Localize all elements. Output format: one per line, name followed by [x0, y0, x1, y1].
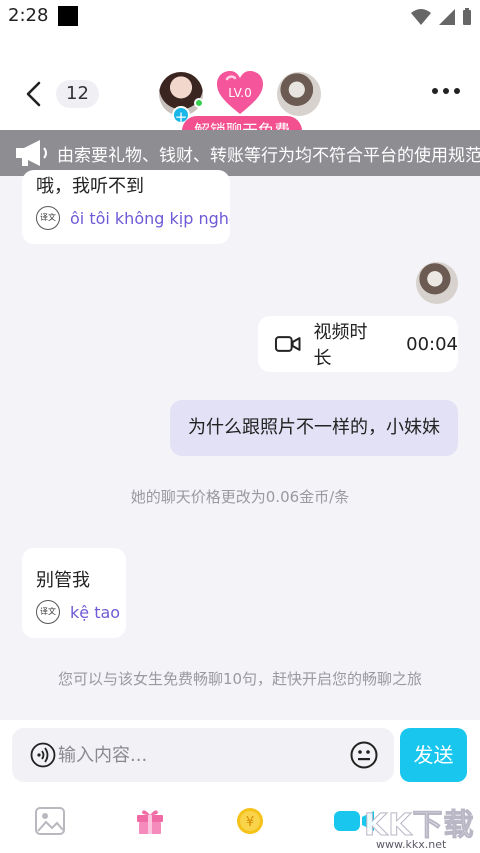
video-call-record-bubble[interactable]: 视频时长 00:04 — [258, 316, 458, 372]
level-label: LV.0 — [228, 86, 252, 100]
battery-icon — [463, 8, 471, 25]
system-message-free-chat: 您可以与该女生免费畅聊10句，赶快开启您的畅聊之旅 — [57, 670, 423, 688]
status-bar: 2:28 — [0, 0, 480, 34]
translation-row: 译文 kệ tao — [36, 600, 120, 624]
sent-message-bubble[interactable]: 为什么跟照片不一样的，小妹妹 — [170, 400, 458, 456]
video-camera-icon — [274, 336, 301, 352]
notice-text: 由索要礼物、钱财、转账等行为均不符合平台的使用规范，请 — [57, 146, 480, 166]
voice-icon[interactable] — [30, 742, 56, 768]
send-button[interactable]: 发送 — [400, 728, 467, 782]
input-bar: 发送 — [0, 720, 480, 790]
translate-icon[interactable]: 译文 — [36, 600, 60, 624]
svg-text:¥: ¥ — [246, 815, 254, 830]
watermark: KK下载 www.kkx.net — [362, 800, 480, 853]
received-message-bubble[interactable]: 哦，我听不到 译文 ôi tôi không kịp nghe — [22, 170, 230, 244]
image-icon[interactable] — [34, 806, 66, 836]
system-message-price: 她的聊天价格更改为0.06金币/条 — [130, 488, 350, 506]
video-duration-label: 视频时长 — [313, 322, 368, 369]
online-status-dot — [194, 98, 204, 108]
unread-count-badge[interactable]: 12 — [56, 80, 99, 108]
intimacy-level-heart[interactable]: LV.0 — [215, 70, 265, 116]
gift-icon[interactable] — [134, 806, 166, 836]
translate-icon[interactable]: 译文 — [36, 206, 60, 230]
wifi-icon — [411, 9, 431, 25]
chat-header: 12 + LV.0 解锁聊天免费 — [0, 34, 480, 146]
video-duration-value: 00:04 — [406, 333, 458, 355]
message-input-box — [12, 728, 394, 782]
emoji-icon[interactable] — [350, 741, 378, 769]
megaphone-icon — [16, 140, 47, 166]
system-icons — [410, 8, 472, 26]
watermark-url: www.kkx.net — [376, 838, 447, 851]
translation-row: 译文 ôi tôi không kịp nghe — [36, 206, 230, 230]
sender-avatar[interactable] — [416, 262, 458, 304]
message-text: 别管我 — [36, 570, 90, 591]
notification-icon — [58, 6, 78, 26]
translation-text: ôi tôi không kịp nghe — [70, 208, 230, 228]
my-avatar[interactable] — [277, 72, 321, 116]
status-time: 2:28 — [8, 5, 49, 26]
message-input[interactable] — [58, 740, 338, 770]
back-arrow-icon[interactable] — [20, 80, 48, 108]
more-dots-icon[interactable] — [432, 88, 460, 94]
received-message-bubble[interactable]: 别管我 译文 kệ tao — [22, 548, 126, 638]
signal-icon — [439, 9, 455, 25]
coin-icon[interactable]: ¥ — [234, 806, 266, 836]
translation-text: kệ tao — [70, 602, 121, 622]
message-text: 哦，我听不到 — [36, 176, 144, 197]
